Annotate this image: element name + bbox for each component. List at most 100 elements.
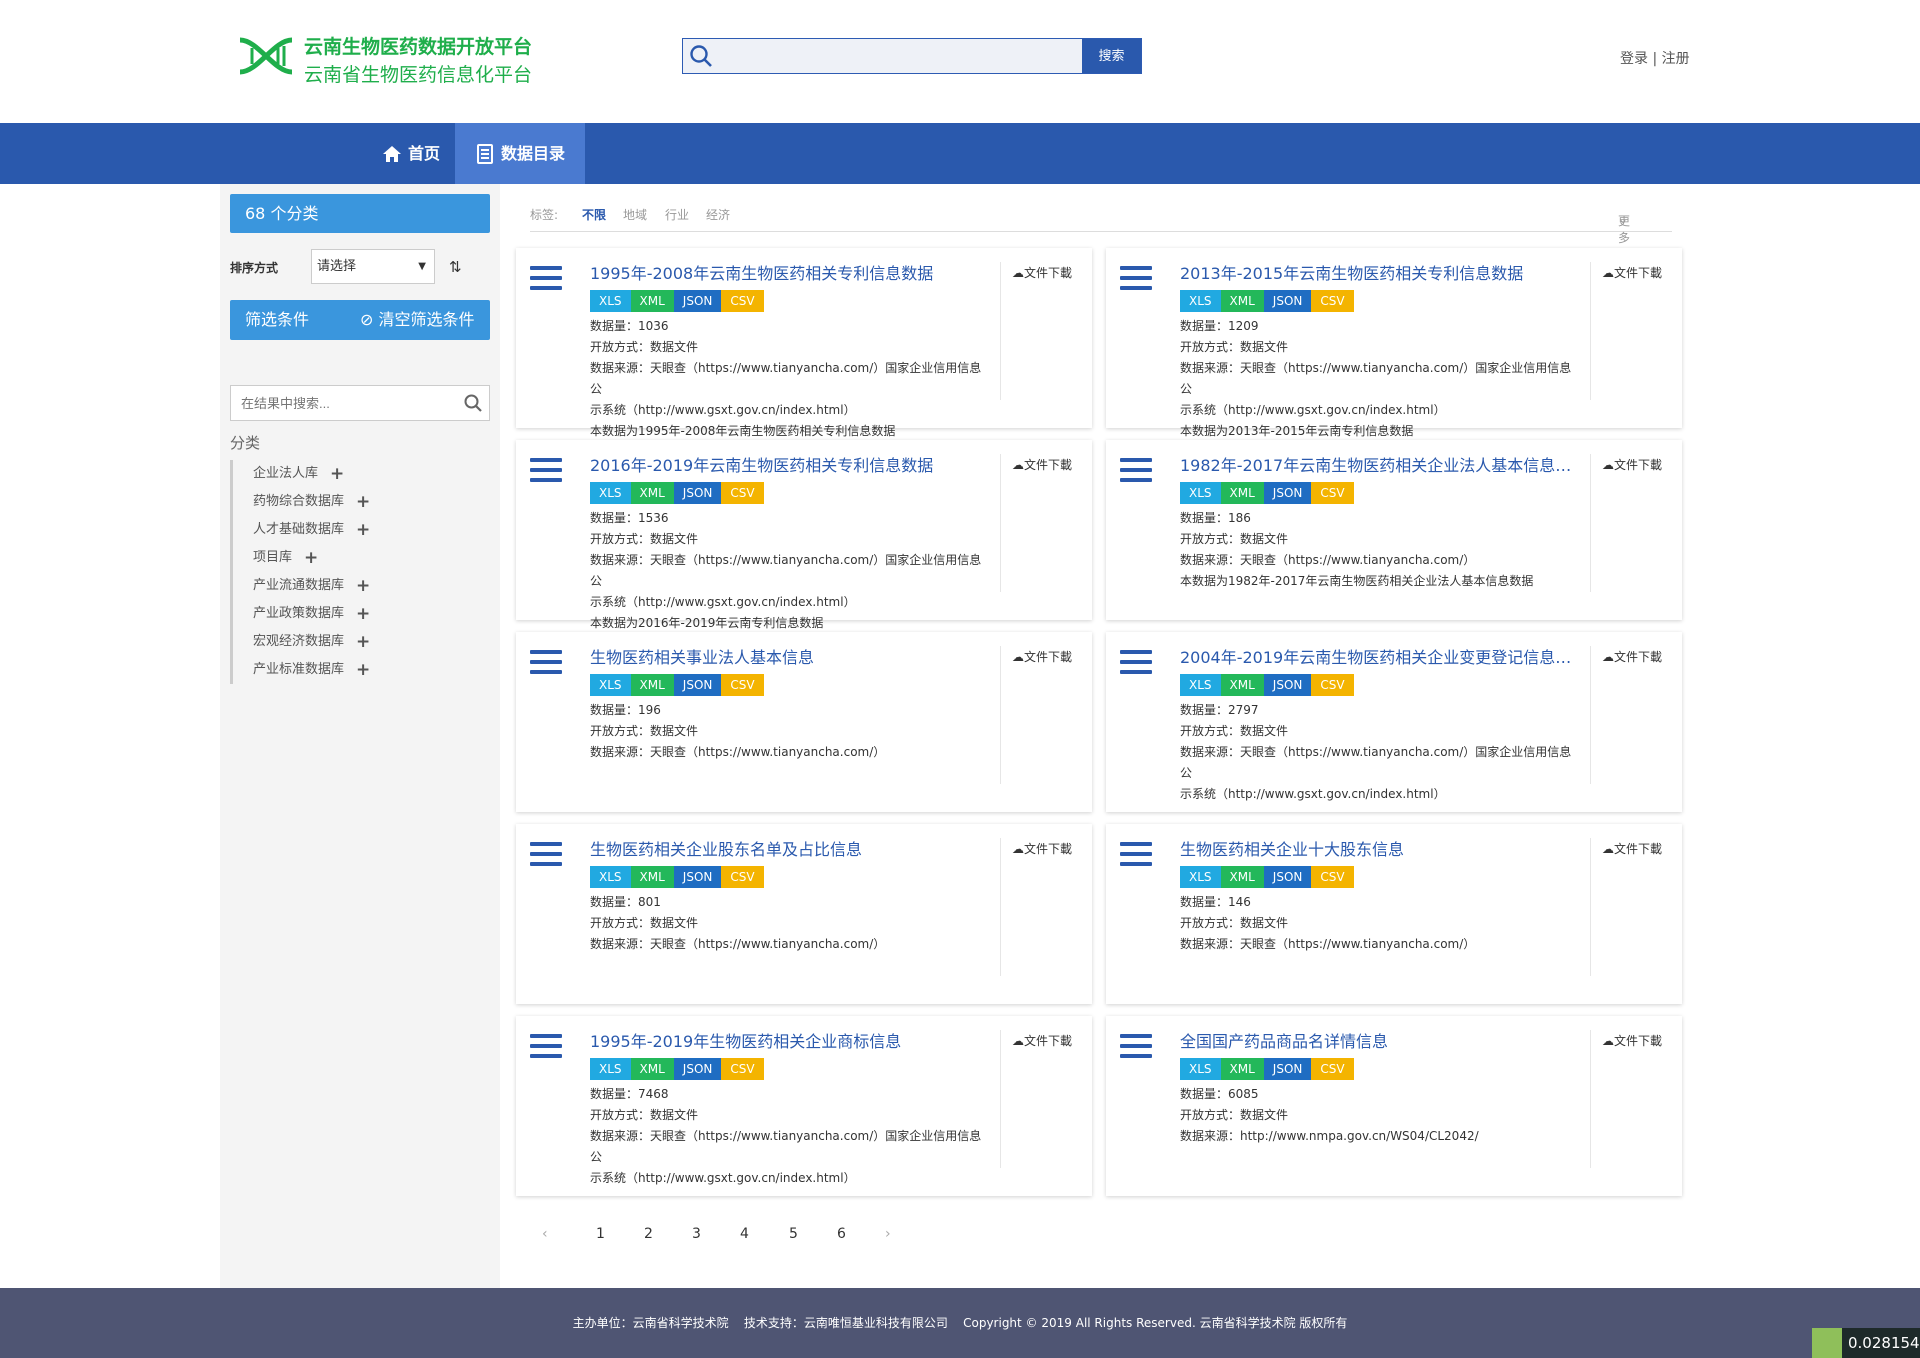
file-download-button[interactable]: ☁文件下載	[1602, 264, 1662, 281]
page-link[interactable]: 5	[789, 1226, 798, 1242]
format-badge-xls[interactable]: XLS	[1180, 290, 1221, 312]
category-item[interactable]: 产业政策数据库 +	[253, 600, 430, 628]
nav-item-home[interactable]: 首页	[362, 123, 460, 184]
format-badge-json[interactable]: JSON	[673, 290, 722, 312]
page-link[interactable]: 3	[692, 1226, 701, 1242]
tag-industry[interactable]: 行业	[665, 206, 689, 223]
dataset-title[interactable]: 2004年-2019年云南生物医药相关企业变更登记信息数...	[1180, 644, 1580, 668]
prev-page-button[interactable]: ‹	[542, 1226, 548, 1242]
format-badge-json[interactable]: JSON	[1263, 866, 1312, 888]
dataset-card[interactable]: 生物医药相关企业十大股东信息 ☁文件下載 XLS XML JSON CSV 数据量：146 开…	[1106, 824, 1682, 1004]
dataset-title[interactable]: 生物医药相关事业法人基本信息	[590, 644, 990, 668]
category-item[interactable]: 企业法人库 +	[253, 460, 430, 488]
sort-order-icon[interactable]: ⇅	[449, 258, 462, 276]
file-download-button[interactable]: ☁文件下載	[1602, 648, 1662, 665]
category-item[interactable]: 宏观经济数据库 +	[253, 628, 430, 656]
format-badge-xml[interactable]: XML	[630, 290, 674, 312]
expand-plus-icon[interactable]: +	[356, 628, 370, 656]
page-link[interactable]: 6	[837, 1226, 846, 1242]
dataset-card[interactable]: 生物医药相关事业法人基本信息 ☁文件下載 XLS XML JSON CSV 数据量：196 开…	[516, 632, 1092, 812]
page-link[interactable]: 1	[596, 1226, 605, 1242]
file-download-button[interactable]: ☁文件下載	[1012, 1032, 1072, 1049]
format-badge-xml[interactable]: XML	[630, 1058, 674, 1080]
format-badge-json[interactable]: JSON	[1263, 1058, 1312, 1080]
format-badge-xls[interactable]: XLS	[1180, 1058, 1221, 1080]
dataset-title[interactable]: 1982年-2017年云南生物医药相关企业法人基本信息数...	[1180, 452, 1580, 476]
format-badge-csv[interactable]: CSV	[1311, 290, 1354, 312]
dataset-title[interactable]: 1995年-2008年云南生物医药相关专利信息数据	[590, 260, 990, 284]
dataset-title[interactable]: 2013年-2015年云南生物医药相关专利信息数据	[1180, 260, 1580, 284]
dataset-card[interactable]: 1982年-2017年云南生物医药相关企业法人基本信息数... ☁文件下載 XLS X…	[1106, 440, 1682, 620]
format-badge-xml[interactable]: XML	[1220, 482, 1264, 504]
format-badge-json[interactable]: JSON	[673, 482, 722, 504]
format-badge-csv[interactable]: CSV	[721, 1058, 764, 1080]
format-badge-json[interactable]: JSON	[673, 674, 722, 696]
format-badge-json[interactable]: JSON	[673, 866, 722, 888]
format-badge-xml[interactable]: XML	[1220, 866, 1264, 888]
dataset-card[interactable]: 1995年-2019年生物医药相关企业商标信息 ☁文件下載 XLS XML JSON CS…	[516, 1016, 1092, 1196]
tag-economy[interactable]: 经济	[706, 206, 730, 223]
tag-region[interactable]: 地域	[623, 206, 647, 223]
register-link[interactable]: 注册	[1662, 51, 1690, 67]
format-badge-csv[interactable]: CSV	[721, 482, 764, 504]
dataset-title[interactable]: 生物医药相关企业十大股东信息	[1180, 836, 1580, 860]
expand-plus-icon[interactable]: +	[330, 460, 344, 488]
next-page-button[interactable]: ›	[885, 1226, 891, 1242]
site-logo[interactable]: 云南生物医药数据开放平台 云南省生物医药信息化平台	[238, 30, 538, 90]
dataset-card[interactable]: 2016年-2019年云南生物医药相关专利信息数据 ☁文件下載 XLS XML JSON…	[516, 440, 1092, 630]
expand-plus-icon[interactable]: +	[356, 656, 370, 684]
category-item[interactable]: 药物综合数据库 +	[253, 488, 430, 516]
format-badge-xls[interactable]: XLS	[590, 290, 631, 312]
file-download-button[interactable]: ☁文件下載	[1602, 840, 1662, 857]
format-badge-xml[interactable]: XML	[1220, 674, 1264, 696]
format-badge-csv[interactable]: CSV	[1311, 866, 1354, 888]
file-download-button[interactable]: ☁文件下載	[1012, 648, 1072, 665]
page-link[interactable]: 4	[740, 1226, 749, 1242]
format-badge-xml[interactable]: XML	[1220, 1058, 1264, 1080]
expand-plus-icon[interactable]: +	[356, 572, 370, 600]
dataset-card[interactable]: 生物医药相关企业股东名单及占比信息 ☁文件下載 XLS XML JSON CSV 数据量：8…	[516, 824, 1092, 1004]
format-badge-xls[interactable]: XLS	[1180, 866, 1221, 888]
expand-plus-icon[interactable]: +	[356, 516, 370, 544]
sort-select[interactable]: 请选择 ▼	[311, 249, 435, 284]
file-download-button[interactable]: ☁文件下載	[1602, 456, 1662, 473]
file-download-button[interactable]: ☁文件下載	[1012, 840, 1072, 857]
dataset-title[interactable]: 生物医药相关企业股东名单及占比信息	[590, 836, 990, 860]
dataset-card[interactable]: 1995年-2008年云南生物医药相关专利信息数据 ☁文件下載 XLS XML JSON…	[516, 248, 1092, 438]
clear-filter-button[interactable]: ⊘ 清空筛选条件	[360, 300, 475, 340]
category-item[interactable]: 项目库 +	[253, 544, 430, 572]
nav-item-catalog[interactable]: 数据目录	[455, 123, 586, 184]
format-badge-xls[interactable]: XLS	[590, 674, 631, 696]
dataset-title[interactable]: 1995年-2019年生物医药相关企业商标信息	[590, 1028, 990, 1052]
category-item[interactable]: 产业标准数据库 +	[253, 656, 430, 684]
dataset-card[interactable]: 2004年-2019年云南生物医药相关企业变更登记信息数... ☁文件下載 XLS X…	[1106, 632, 1682, 812]
format-badge-json[interactable]: JSON	[1263, 674, 1312, 696]
format-badge-csv[interactable]: CSV	[1311, 1058, 1354, 1080]
file-download-button[interactable]: ☁文件下載	[1012, 264, 1072, 281]
format-badge-csv[interactable]: CSV	[721, 290, 764, 312]
dataset-card[interactable]: 2013年-2015年云南生物医药相关专利信息数据 ☁文件下載 XLS XML JSON…	[1106, 248, 1682, 438]
expand-plus-icon[interactable]: +	[304, 544, 318, 572]
format-badge-xml[interactable]: XML	[1220, 290, 1264, 312]
format-badge-csv[interactable]: CSV	[1311, 482, 1354, 504]
dataset-card[interactable]: 全国国产药品商品名详情信息 ☁文件下載 XLS XML JSON CSV 数据量：6085 开…	[1106, 1016, 1682, 1196]
format-badge-csv[interactable]: CSV	[1311, 674, 1354, 696]
format-badge-xml[interactable]: XML	[630, 866, 674, 888]
format-badge-xls[interactable]: XLS	[590, 1058, 631, 1080]
expand-plus-icon[interactable]: +	[356, 600, 370, 628]
dataset-title[interactable]: 全国国产药品商品名详情信息	[1180, 1028, 1580, 1052]
format-badge-xml[interactable]: XML	[630, 674, 674, 696]
format-badge-csv[interactable]: CSV	[721, 674, 764, 696]
format-badge-json[interactable]: JSON	[673, 1058, 722, 1080]
format-badge-json[interactable]: JSON	[1263, 482, 1312, 504]
search-button[interactable]: 搜索	[1082, 39, 1141, 73]
login-link[interactable]: 登录	[1620, 51, 1648, 67]
search-input[interactable]	[717, 39, 1063, 73]
file-download-button[interactable]: ☁文件下載	[1602, 1032, 1662, 1049]
category-item[interactable]: 产业流通数据库 +	[253, 572, 430, 600]
format-badge-xls[interactable]: XLS	[590, 866, 631, 888]
format-badge-xls[interactable]: XLS	[590, 482, 631, 504]
category-item[interactable]: 人才基础数据库 +	[253, 516, 430, 544]
file-download-button[interactable]: ☁文件下載	[1012, 456, 1072, 473]
expand-plus-icon[interactable]: +	[356, 488, 370, 516]
